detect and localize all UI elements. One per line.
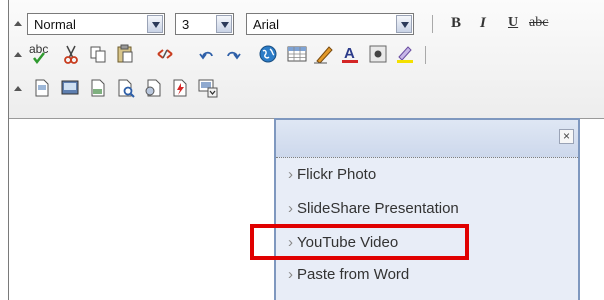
globe-icon[interactable] bbox=[257, 43, 279, 65]
menu-item-slideshare-presentation[interactable]: › SlideShare Presentation bbox=[288, 198, 459, 220]
flash-icon[interactable] bbox=[169, 77, 191, 99]
toolbar-separator bbox=[425, 46, 426, 64]
undo-icon[interactable] bbox=[197, 43, 219, 65]
chevron-down-icon bbox=[216, 15, 232, 33]
font-color-icon[interactable]: A bbox=[339, 43, 361, 65]
chevron-right-icon: › bbox=[288, 200, 293, 217]
svg-text:A: A bbox=[344, 45, 355, 62]
find-icon[interactable] bbox=[142, 77, 164, 99]
toolbar-row-1: Normal 3 Arial B I U abc bbox=[9, 12, 604, 38]
more-plugins-icon[interactable] bbox=[197, 77, 219, 99]
bold-button[interactable]: B bbox=[451, 12, 461, 34]
menu-item-flickr-photo[interactable]: › Flickr Photo bbox=[288, 164, 376, 186]
paragraph-format-select[interactable]: Normal bbox=[27, 13, 165, 35]
chevron-right-icon: › bbox=[288, 266, 293, 283]
spellcheck-icon[interactable]: abc bbox=[26, 42, 48, 65]
menu-item-paste-from-word[interactable]: › Paste from Word bbox=[288, 264, 409, 286]
image-icon[interactable] bbox=[59, 77, 81, 99]
font-name-select[interactable]: Arial bbox=[246, 13, 414, 35]
strikethrough-button[interactable]: abc bbox=[529, 12, 548, 34]
dropdown-header: × bbox=[276, 120, 578, 158]
highlight-icon[interactable] bbox=[394, 43, 416, 65]
document-icon[interactable] bbox=[87, 77, 109, 99]
paragraph-format-value: Normal bbox=[34, 17, 76, 32]
chevron-down-icon bbox=[147, 15, 163, 33]
copy-icon[interactable] bbox=[87, 43, 109, 65]
collapse-toolbar-icon[interactable] bbox=[13, 83, 23, 93]
font-name-value: Arial bbox=[253, 17, 280, 32]
cut-icon[interactable] bbox=[60, 43, 82, 65]
toolbar-separator bbox=[432, 15, 433, 33]
font-size-select[interactable]: 3 bbox=[175, 13, 234, 35]
toolbar-row-3 bbox=[9, 77, 604, 103]
close-icon[interactable]: × bbox=[559, 129, 574, 144]
new-page-icon[interactable] bbox=[31, 77, 53, 99]
toolbar-row-2: abc A bbox=[9, 42, 604, 69]
redo-icon[interactable] bbox=[221, 43, 243, 65]
collapse-toolbar-icon[interactable] bbox=[13, 18, 23, 28]
chevron-right-icon: › bbox=[288, 166, 293, 183]
chevron-down-icon bbox=[396, 15, 412, 33]
editor-toolbar: Normal 3 Arial B I U abc abc A bbox=[9, 0, 604, 119]
pencil-icon[interactable] bbox=[313, 43, 335, 65]
italic-button[interactable]: I bbox=[480, 12, 486, 34]
menu-item-label: Flickr Photo bbox=[297, 166, 377, 183]
menu-item-label: Paste from Word bbox=[297, 266, 410, 283]
paste-icon[interactable] bbox=[114, 43, 136, 65]
unlink-icon[interactable] bbox=[154, 43, 176, 65]
menu-item-label: SlideShare Presentation bbox=[297, 200, 459, 217]
plugins-dropdown-panel: × › Flickr Photo › SlideShare Presentation… bbox=[274, 118, 580, 300]
table-icon[interactable] bbox=[286, 43, 308, 65]
collapse-toolbar-icon[interactable] bbox=[13, 49, 23, 59]
special-char-icon[interactable] bbox=[367, 43, 389, 65]
font-size-value: 3 bbox=[182, 17, 190, 32]
underline-button[interactable]: U bbox=[508, 12, 518, 34]
highlight-box bbox=[250, 224, 469, 260]
preview-icon[interactable] bbox=[115, 77, 137, 99]
